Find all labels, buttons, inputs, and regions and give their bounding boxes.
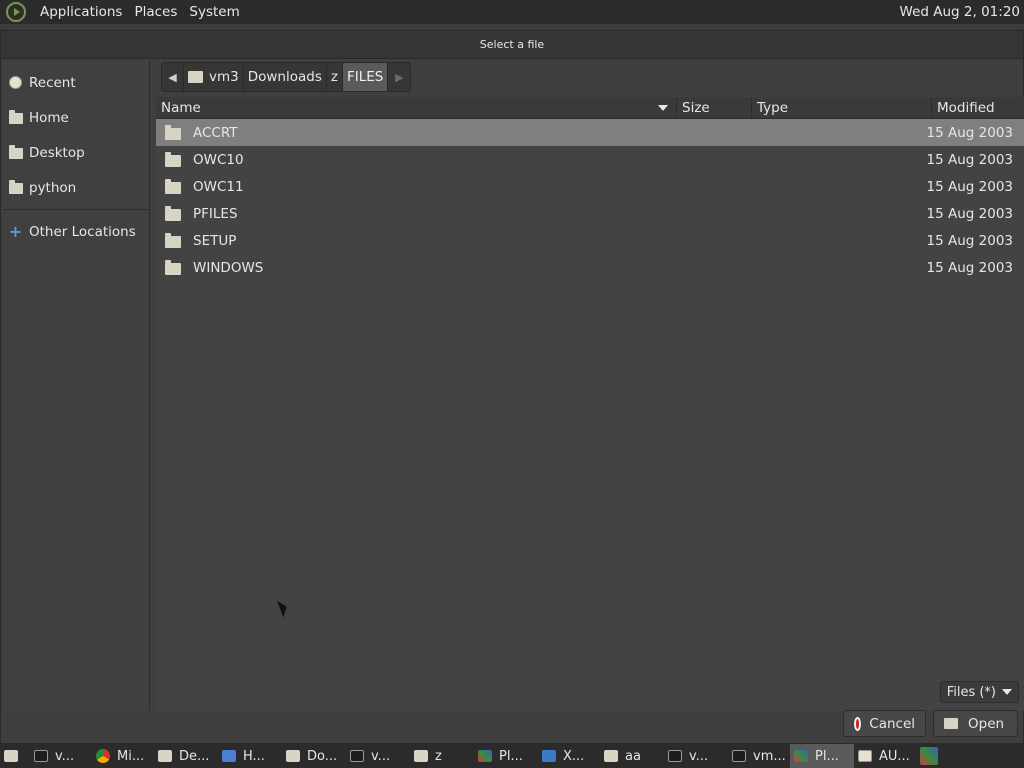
taskbar-item[interactable]: De... bbox=[154, 744, 218, 768]
places-sidebar: Recent Home Desktop python + Other Locat… bbox=[3, 61, 150, 711]
folder-icon bbox=[165, 205, 181, 221]
x-icon bbox=[542, 750, 556, 762]
plus-icon: + bbox=[8, 222, 23, 241]
file-row[interactable]: OWC11 15 Aug 2003 bbox=[156, 173, 1024, 200]
terminal-icon bbox=[732, 750, 746, 762]
column-size[interactable]: Size bbox=[677, 97, 752, 118]
taskbar-item[interactable]: X... bbox=[538, 744, 600, 768]
column-modified[interactable]: Modified bbox=[932, 97, 1024, 118]
sidebar-item-other-locations[interactable]: + Other Locations bbox=[3, 214, 149, 249]
folder-icon bbox=[158, 750, 172, 762]
menu-places[interactable]: Places bbox=[128, 4, 183, 20]
path-back-button[interactable]: ◀ bbox=[162, 63, 184, 91]
workspace-icon bbox=[920, 747, 938, 765]
desktop-icon bbox=[4, 750, 18, 762]
menu-system[interactable]: System bbox=[183, 4, 245, 20]
folder-icon bbox=[8, 180, 23, 195]
top-panel: Applications Places System Wed Aug 2, 01… bbox=[0, 0, 1024, 24]
taskbar-item[interactable]: z bbox=[410, 744, 474, 768]
paint-icon bbox=[794, 750, 808, 762]
path-crumb-z[interactable]: z bbox=[327, 63, 343, 91]
desktop-icon bbox=[8, 145, 23, 160]
menu-applications[interactable]: Applications bbox=[34, 4, 128, 20]
sidebar-item-label: python bbox=[29, 179, 77, 196]
taskbar-item[interactable]: v... bbox=[664, 744, 728, 768]
folder-icon bbox=[414, 750, 428, 762]
file-row[interactable]: SETUP 15 Aug 2003 bbox=[156, 227, 1024, 254]
path-crumb-files[interactable]: FILES bbox=[342, 63, 389, 91]
cancel-icon bbox=[854, 716, 862, 731]
column-type[interactable]: Type bbox=[752, 97, 932, 118]
folder-icon bbox=[165, 178, 181, 194]
sidebar-item-recent[interactable]: Recent bbox=[3, 65, 149, 100]
document-icon bbox=[222, 750, 236, 762]
paint-icon bbox=[478, 750, 492, 762]
sidebar-item-label: Other Locations bbox=[29, 223, 136, 240]
path-crumb-vm3[interactable]: vm3 bbox=[184, 63, 244, 91]
taskbar-item[interactable]: Pl... bbox=[474, 744, 538, 768]
file-list[interactable]: Name Size Type Modified ACCRT 15 Aug 200… bbox=[156, 97, 1024, 711]
open-button[interactable]: Open bbox=[933, 710, 1018, 737]
taskbar: v... Mi... De... H... Do... v... z Pl...… bbox=[0, 744, 1024, 768]
sidebar-item-desktop[interactable]: Desktop bbox=[3, 135, 149, 170]
home-icon bbox=[188, 71, 203, 83]
path-crumb-downloads[interactable]: Downloads bbox=[244, 63, 327, 91]
taskbar-item[interactable]: vm... bbox=[728, 744, 790, 768]
taskbar-item[interactable]: Mi... bbox=[92, 744, 154, 768]
taskbar-item[interactable]: H... bbox=[218, 744, 282, 768]
file-row[interactable]: ACCRT 15 Aug 2003 bbox=[156, 119, 1024, 146]
folder-icon bbox=[165, 151, 181, 167]
folder-icon bbox=[286, 750, 300, 762]
file-row[interactable]: PFILES 15 Aug 2003 bbox=[156, 200, 1024, 227]
open-folder-icon bbox=[944, 718, 958, 729]
home-icon bbox=[8, 110, 23, 125]
file-list-header: Name Size Type Modified bbox=[156, 97, 1024, 119]
workspace-switcher[interactable] bbox=[916, 744, 942, 768]
chrome-icon bbox=[96, 749, 110, 763]
column-name[interactable]: Name bbox=[156, 97, 677, 118]
path-forward-button[interactable]: ▶ bbox=[388, 63, 410, 91]
sidebar-item-label: Home bbox=[29, 109, 69, 126]
taskbar-item[interactable]: AU... bbox=[854, 744, 916, 768]
cancel-button[interactable]: Cancel bbox=[843, 710, 926, 737]
sidebar-item-home[interactable]: Home bbox=[3, 100, 149, 135]
terminal-icon bbox=[350, 750, 364, 762]
file-chooser-dialog: Select a file Recent Home Desktop python… bbox=[0, 30, 1024, 744]
file-row[interactable]: WINDOWS 15 Aug 2003 bbox=[156, 254, 1024, 281]
terminal-icon bbox=[34, 750, 48, 762]
file-row[interactable]: OWC10 15 Aug 2003 bbox=[156, 146, 1024, 173]
taskbar-item[interactable]: v... bbox=[346, 744, 410, 768]
sidebar-item-python[interactable]: python bbox=[3, 170, 149, 205]
show-desktop-button[interactable] bbox=[0, 744, 30, 768]
mate-logo-icon[interactable] bbox=[6, 2, 26, 22]
terminal-icon bbox=[668, 750, 682, 762]
file-filter-dropdown[interactable]: Files (*) bbox=[939, 681, 1019, 703]
taskbar-item[interactable]: Do... bbox=[282, 744, 346, 768]
clock[interactable]: Wed Aug 2, 01:20 bbox=[900, 4, 1020, 20]
sidebar-item-label: Desktop bbox=[29, 144, 85, 161]
taskbar-item[interactable]: aa bbox=[600, 744, 664, 768]
dialog-title: Select a file bbox=[1, 31, 1023, 59]
sidebar-item-label: Recent bbox=[29, 74, 76, 91]
folder-icon bbox=[165, 232, 181, 248]
recent-icon bbox=[8, 75, 23, 90]
taskbar-item[interactable]: v... bbox=[30, 744, 92, 768]
chevron-down-icon bbox=[1002, 689, 1012, 695]
sort-descending-icon bbox=[658, 105, 668, 111]
taskbar-item-active[interactable]: Pl... bbox=[790, 744, 854, 768]
folder-icon bbox=[165, 259, 181, 275]
folder-icon bbox=[604, 750, 618, 762]
editor-icon bbox=[858, 750, 872, 762]
sidebar-separator bbox=[3, 209, 149, 210]
path-bar: ◀ vm3 Downloads z FILES ▶ bbox=[161, 62, 412, 92]
folder-icon bbox=[165, 124, 181, 140]
